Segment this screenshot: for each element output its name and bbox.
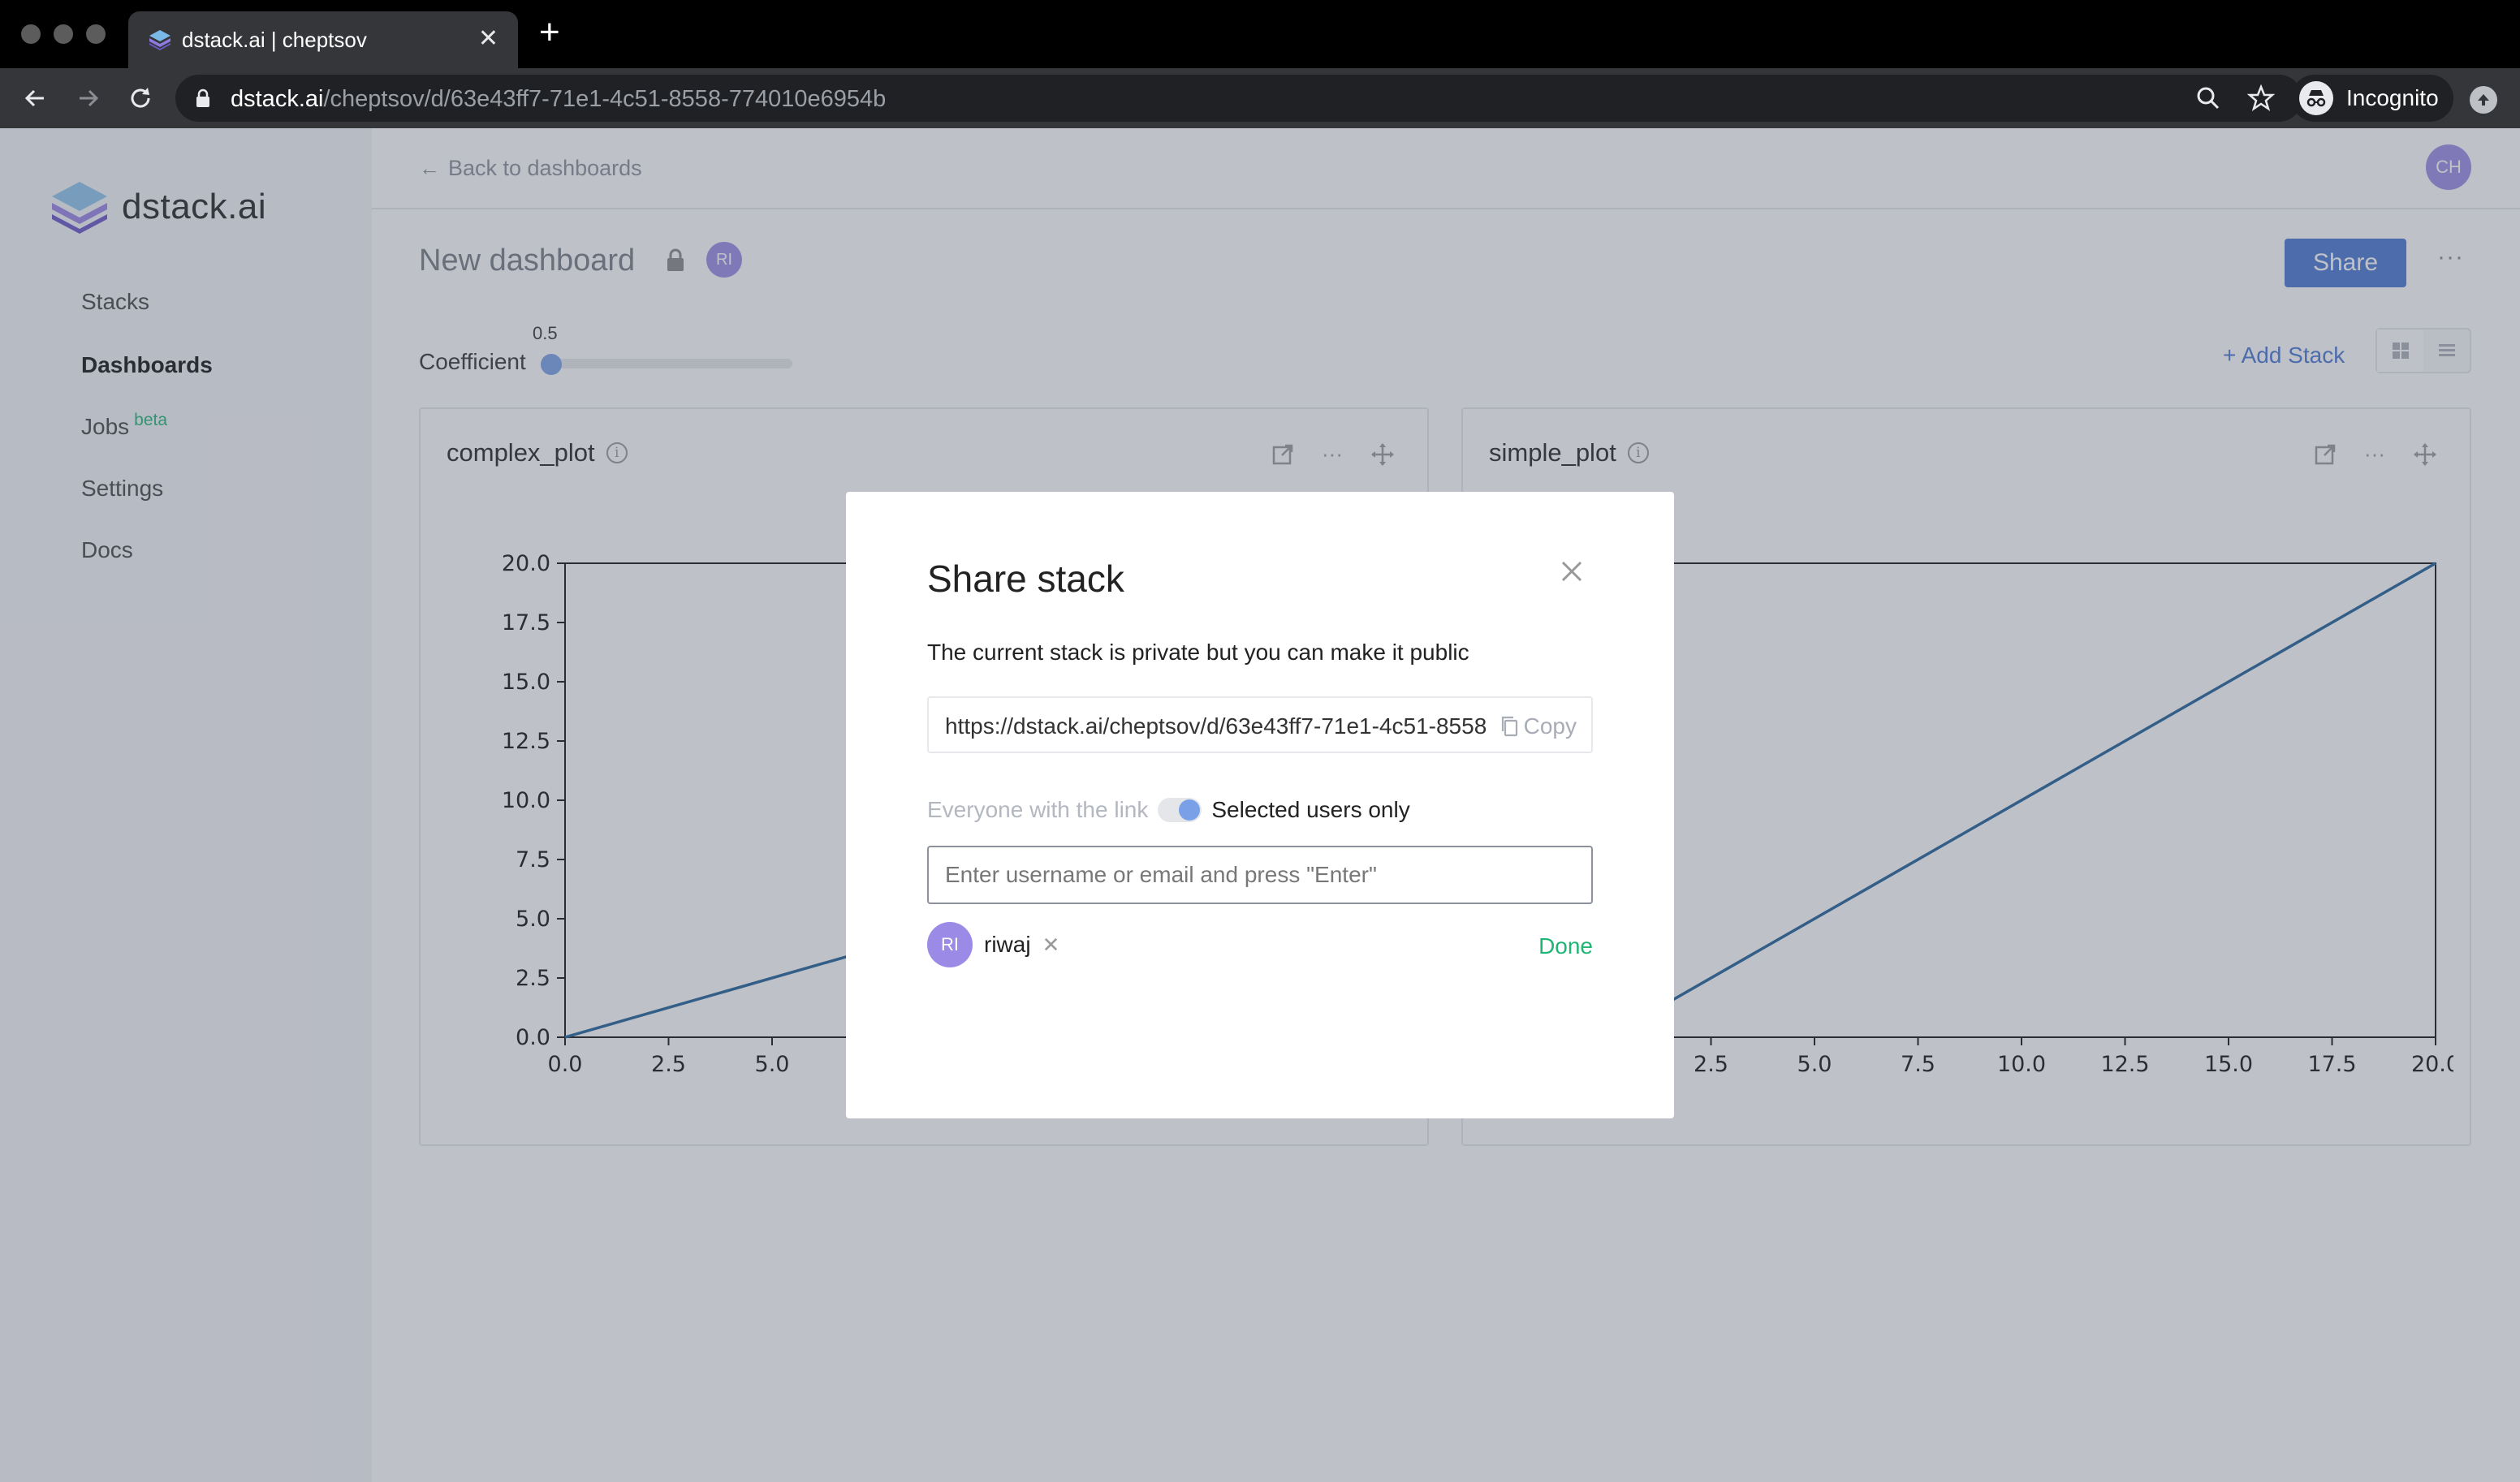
- access-toggle-switch[interactable]: [1158, 798, 1202, 822]
- modal-description: The current stack is private but you can…: [927, 640, 1469, 665]
- incognito-label: Incognito: [2346, 85, 2439, 110]
- modal-title: Share stack: [927, 558, 1124, 600]
- access-private-label[interactable]: Selected users only: [1211, 797, 1409, 823]
- browser-tabbar: dstack.ai | cheptsov ✕ +: [0, 0, 2520, 68]
- access-public-label[interactable]: Everyone with the link: [927, 797, 1148, 823]
- browser-toolbar: dstack.ai/cheptsov/d/63e43ff7-71e1-4c51-…: [0, 68, 2520, 128]
- incognito-indicator[interactable]: Incognito: [2291, 75, 2453, 122]
- copy-button[interactable]: Copy: [1499, 713, 1577, 739]
- shared-user-item: RI riwaj ✕: [927, 922, 1059, 967]
- browser-tab[interactable]: dstack.ai | cheptsov ✕: [128, 11, 518, 68]
- lock-icon: [196, 88, 209, 107]
- avatar: RI: [927, 922, 973, 967]
- share-link-text[interactable]: https://dstack.ai/cheptsov/d/63e43ff7-71…: [945, 713, 1487, 739]
- remove-user-icon[interactable]: ✕: [1042, 933, 1060, 958]
- done-button[interactable]: Done: [1538, 933, 1593, 959]
- incognito-icon: [2299, 81, 2333, 115]
- zoom-icon[interactable]: [2195, 85, 2221, 111]
- new-tab-icon[interactable]: +: [539, 15, 560, 50]
- close-icon[interactable]: [1559, 558, 1585, 584]
- username-email-input[interactable]: [927, 846, 1593, 904]
- share-link-field[interactable]: https://dstack.ai/cheptsov/d/63e43ff7-71…: [927, 696, 1593, 753]
- window-close-dot[interactable]: [21, 24, 41, 44]
- forward-arrow-icon[interactable]: [73, 83, 104, 114]
- dstack-favicon-icon: [149, 30, 170, 50]
- window-zoom-dot[interactable]: [86, 24, 106, 44]
- shared-user-name: riwaj: [984, 932, 1031, 957]
- profile-menu-icon[interactable]: [2470, 86, 2497, 114]
- tab-close-icon[interactable]: ✕: [478, 24, 498, 53]
- access-toggle-row: Everyone with the link Selected users on…: [927, 797, 1410, 823]
- toggle-knob: [1179, 799, 1201, 821]
- url-text: dstack.ai/cheptsov/d/63e43ff7-71e1-4c51-…: [231, 86, 887, 112]
- address-bar[interactable]: dstack.ai/cheptsov/d/63e43ff7-71e1-4c51-…: [175, 75, 2302, 122]
- share-stack-modal: Share stack The current stack is private…: [846, 492, 1674, 1118]
- tab-title: dstack.ai | cheptsov: [182, 28, 367, 52]
- back-arrow-icon[interactable]: [19, 83, 50, 114]
- bookmark-star-icon[interactable]: [2247, 84, 2275, 112]
- window-minimize-dot[interactable]: [54, 24, 73, 44]
- copy-icon: [1501, 716, 1517, 737]
- copy-label: Copy: [1523, 713, 1577, 739]
- reload-icon[interactable]: [125, 83, 156, 114]
